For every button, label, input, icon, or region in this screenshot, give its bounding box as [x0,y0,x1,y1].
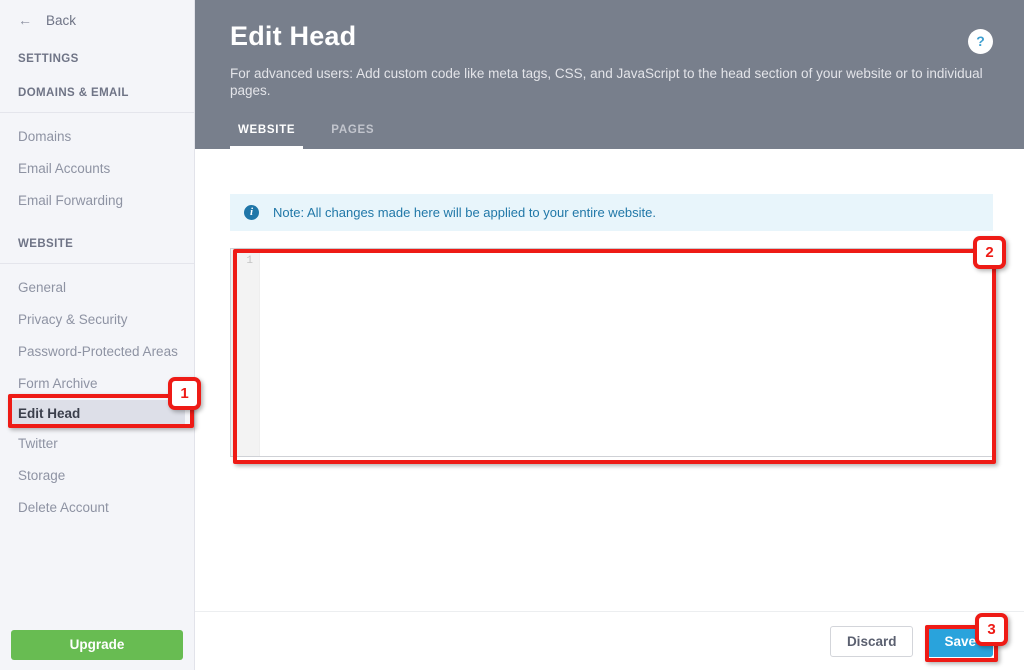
sidebar-item-general[interactable]: General [0,272,194,304]
info-banner-text: Note: All changes made here will be appl… [273,205,656,220]
sidebar-item-form-archive[interactable]: Form Archive [0,368,194,400]
tab-pages[interactable]: PAGES [323,124,382,149]
sidebar-item-twitter[interactable]: Twitter [0,428,194,460]
page-subtitle: For advanced users: Add custom code like… [230,65,983,99]
code-editor[interactable]: 1 [230,248,993,457]
settings-heading: SETTINGS [18,53,79,65]
code-editor-input[interactable] [260,249,992,456]
app-root: ← Back SETTINGS DOMAINS & EMAIL Domains … [0,0,1024,670]
sidebar-item-email-forwarding[interactable]: Email Forwarding [0,185,194,217]
editor-gutter: 1 [231,249,260,456]
sidebar-item-storage[interactable]: Storage [0,460,194,492]
info-banner: i Note: All changes made here will be ap… [230,194,993,231]
header-tabs: WEBSITE PAGES [230,124,402,149]
sidebar-item-delete-account[interactable]: Delete Account [0,492,194,524]
sidebar-group-website: General Privacy & Security Password-Prot… [0,272,194,524]
section-heading-website: WEBSITE [0,238,194,264]
page-title: Edit Head [230,21,357,51]
sidebar-group-domains-email: Domains Email Accounts Email Forwarding [0,121,194,217]
upgrade-container: Upgrade [11,630,183,660]
tab-website[interactable]: WEBSITE [230,124,304,149]
sidebar-item-domains[interactable]: Domains [0,121,194,153]
line-number: 1 [246,255,253,267]
back-link[interactable]: ← Back [0,7,194,33]
section-heading-domains-email: DOMAINS & EMAIL [0,87,194,113]
settings-sidebar: ← Back SETTINGS DOMAINS & EMAIL Domains … [0,0,195,670]
page-content: i Note: All changes made here will be ap… [195,149,1024,611]
info-icon: i [244,205,259,220]
footer-actions: Discard Save [195,611,1024,670]
arrow-left-icon: ← [18,12,32,28]
upgrade-button[interactable]: Upgrade [11,630,183,660]
help-icon[interactable]: ? [968,29,993,54]
sidebar-item-edit-head[interactable]: Edit Head [10,400,185,428]
discard-button[interactable]: Discard [829,625,914,657]
sidebar-item-password-protected-areas[interactable]: Password-Protected Areas [0,336,194,368]
back-link-label: Back [46,12,77,28]
sidebar-item-email-accounts[interactable]: Email Accounts [0,153,194,185]
page-header: Edit Head For advanced users: Add custom… [195,0,1024,149]
sidebar-item-privacy-security[interactable]: Privacy & Security [0,304,194,336]
main-panel: Edit Head For advanced users: Add custom… [195,0,1024,670]
save-button[interactable]: Save [927,625,993,657]
